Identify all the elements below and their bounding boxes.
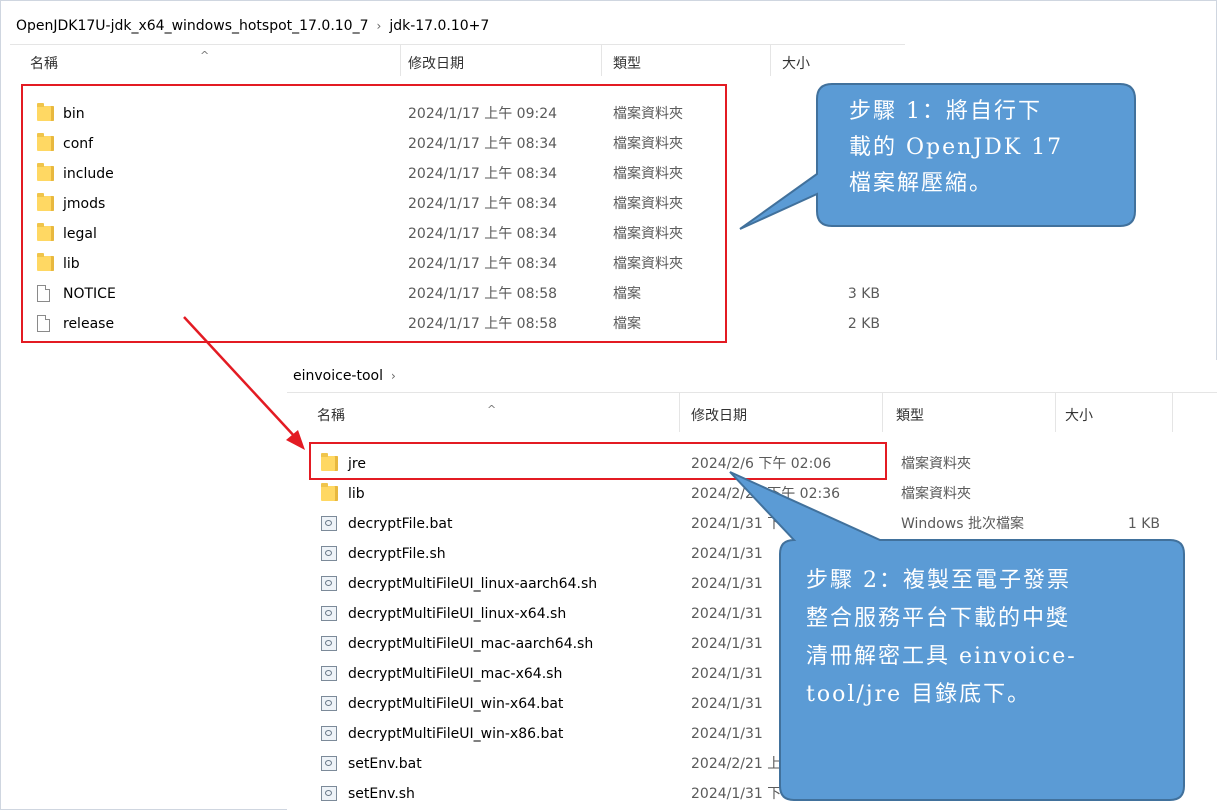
callout-line: 步驟 2：複製至電子發票 [806,568,1071,593]
callout-line: tool/jre 目錄底下。 [806,682,1032,707]
callout-line: 步驟 1：將自行下 [849,99,1042,124]
callout-line: 整合服務平台下載的中獎 [806,606,1071,631]
callout-step-1: 步驟 1：將自行下 載的 OpenJDK 17 檔案解壓縮。 [735,83,1136,234]
callout-line: 載的 OpenJDK 17 [849,135,1064,160]
callout-step-2: 步驟 2：複製至電子發票 整合服務平台下載的中獎 清冊解密工具 einvoice… [729,471,1190,804]
callout-line: 檔案解壓縮。 [849,171,994,196]
callout-line: 清冊解密工具 einvoice- [806,644,1077,669]
